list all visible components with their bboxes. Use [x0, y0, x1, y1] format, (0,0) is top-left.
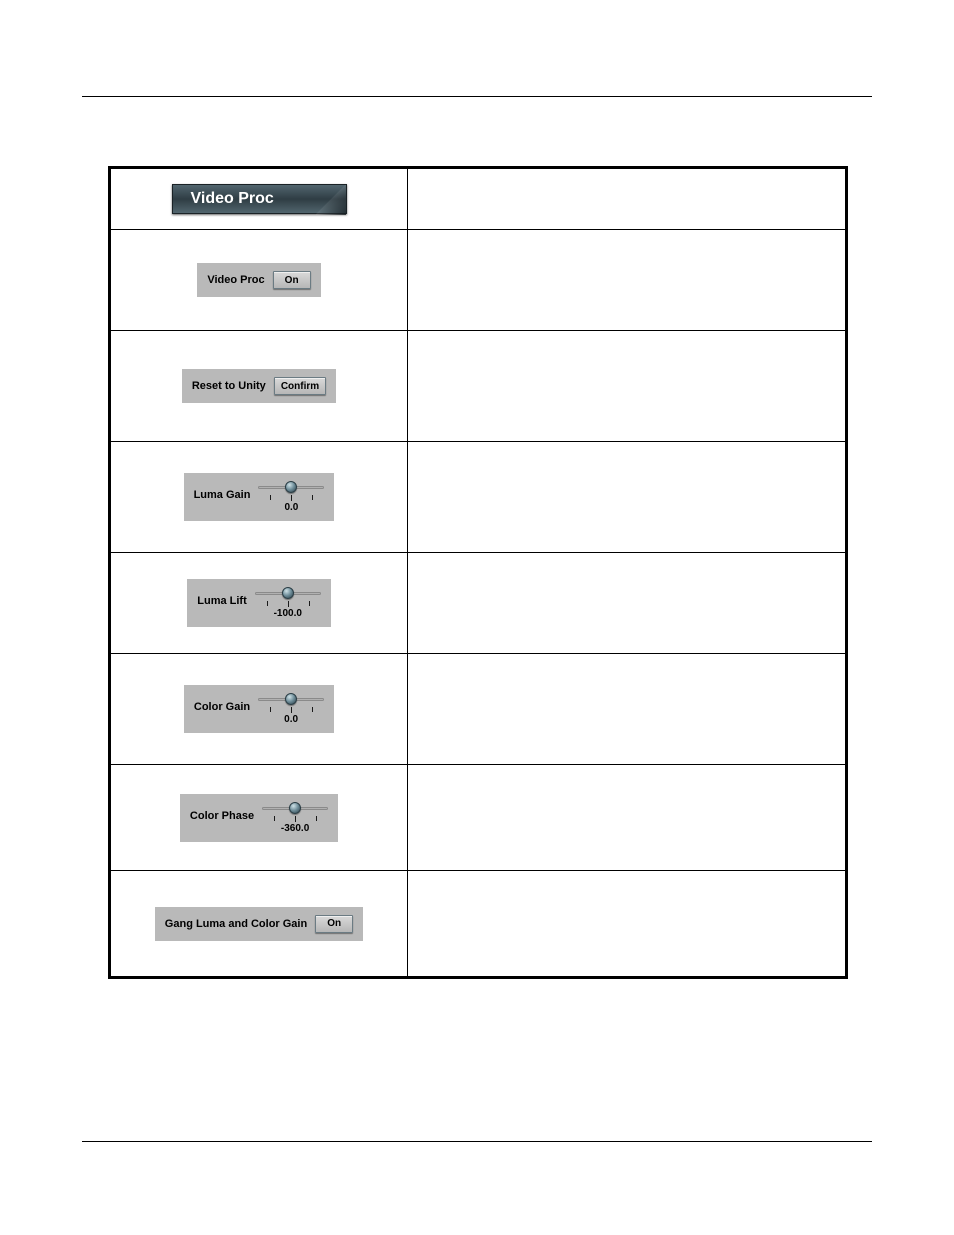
luma-gain-value: 0.0 — [284, 502, 298, 513]
gang-toggle[interactable]: On — [315, 915, 353, 933]
video-proc-toggle[interactable]: On — [273, 271, 311, 289]
color-gain-value: 0.0 — [284, 714, 298, 725]
luma-gain-label: Luma Gain — [194, 489, 251, 501]
slider-ticks — [258, 495, 324, 501]
tab-fold-icon — [316, 185, 346, 215]
slider-ticks — [258, 707, 324, 713]
color-gain-label: Color Gain — [194, 701, 250, 713]
gang-label: Gang Luma and Color Gain — [165, 918, 307, 930]
reset-to-unity-widget: Reset to Unity Confirm — [182, 369, 336, 403]
row-reset-to-unity: Reset to Unity Confirm — [111, 331, 845, 442]
row-luma-gain: Luma Gain 0.0 — [111, 442, 845, 553]
video-proc-label: Video Proc — [207, 274, 264, 286]
row-color-gain: Color Gain 0.0 — [111, 654, 845, 765]
luma-lift-label: Luma Lift — [197, 595, 247, 607]
slider-knob-icon[interactable] — [282, 587, 294, 599]
color-phase-value: -360.0 — [281, 823, 309, 834]
slider-knob-icon[interactable] — [289, 802, 301, 814]
slider-ticks — [262, 816, 328, 822]
top-rule — [82, 96, 872, 97]
settings-table: Video Proc Video Proc On Reset to Unity — [108, 166, 848, 979]
color-phase-slider[interactable] — [262, 802, 328, 816]
row-color-phase: Color Phase -360.0 — [111, 765, 845, 871]
row-luma-lift: Luma Lift -100.0 — [111, 553, 845, 654]
row-video-proc: Video Proc On — [111, 230, 845, 331]
color-gain-slider[interactable] — [258, 693, 324, 707]
luma-lift-value: -100.0 — [274, 608, 302, 619]
slider-knob-icon[interactable] — [285, 481, 297, 493]
luma-gain-slider[interactable] — [258, 481, 324, 495]
row-header: Video Proc — [111, 169, 845, 230]
video-proc-tab-label: Video Proc — [191, 190, 274, 208]
luma-lift-widget: Luma Lift -100.0 — [187, 579, 331, 627]
video-proc-widget: Video Proc On — [197, 263, 320, 297]
slider-ticks — [255, 601, 321, 607]
color-phase-label: Color Phase — [190, 810, 254, 822]
row-gang-luma-color: Gang Luma and Color Gain On — [111, 871, 845, 976]
video-proc-tab[interactable]: Video Proc — [172, 184, 347, 214]
color-phase-widget: Color Phase -360.0 — [180, 794, 338, 842]
reset-to-unity-button[interactable]: Confirm — [274, 377, 326, 395]
reset-to-unity-label: Reset to Unity — [192, 380, 266, 392]
luma-gain-widget: Luma Gain 0.0 — [184, 473, 335, 521]
slider-knob-icon[interactable] — [285, 693, 297, 705]
gang-widget: Gang Luma and Color Gain On — [155, 907, 363, 941]
color-gain-widget: Color Gain 0.0 — [184, 685, 334, 733]
luma-lift-slider[interactable] — [255, 587, 321, 601]
bottom-rule — [82, 1141, 872, 1142]
